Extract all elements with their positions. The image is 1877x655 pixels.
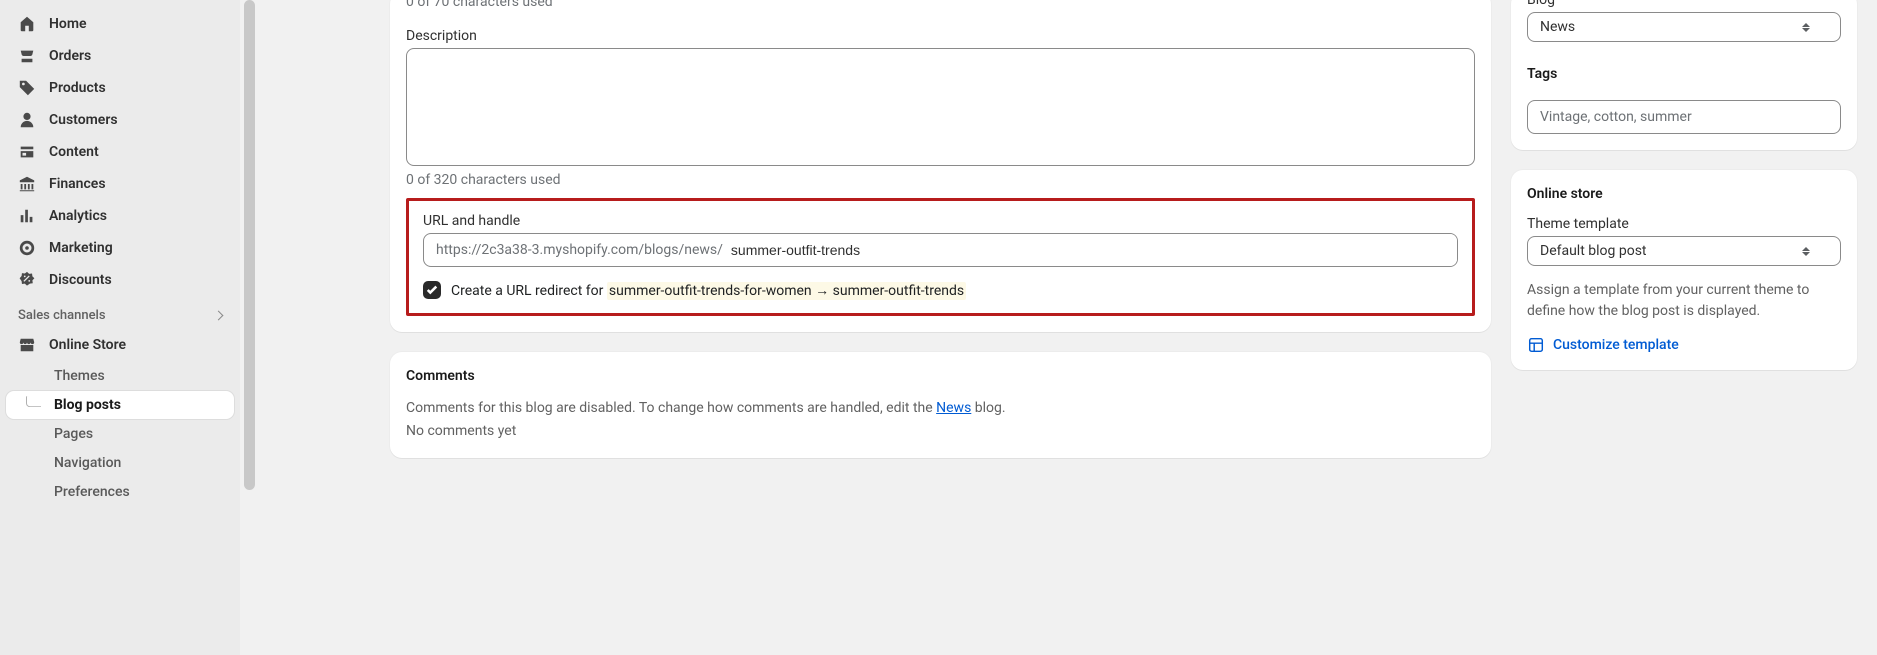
layout-icon — [1527, 336, 1545, 354]
nav-label: Products — [49, 80, 106, 96]
nav-orders[interactable]: Orders — [0, 40, 240, 72]
template-help-text: Assign a template from your current them… — [1527, 280, 1841, 322]
subnav-themes[interactable]: Themes — [6, 362, 234, 390]
redirect-from-handle: summer-outfit-trends-for-women → summer-… — [607, 282, 966, 300]
scrollbar-thumb[interactable] — [244, 0, 255, 490]
sales-channels-header: Sales channels — [0, 296, 240, 329]
bank-icon — [18, 175, 36, 193]
url-handle-field[interactable]: https://2c3a38-3.myshopify.com/blogs/new… — [423, 233, 1458, 267]
theme-template-select[interactable]: Default blog post — [1527, 236, 1841, 266]
tags-heading: Tags — [1527, 66, 1841, 82]
nav-content[interactable]: Content — [0, 136, 240, 168]
customize-template-link[interactable]: Customize template — [1527, 336, 1841, 354]
comments-heading: Comments — [406, 368, 1475, 384]
person-icon — [18, 111, 36, 129]
subnav-navigation[interactable]: Navigation — [6, 449, 234, 477]
blog-label: Blog — [1527, 0, 1841, 8]
nav-label: Online Store — [49, 337, 126, 353]
nav-online-store[interactable]: Online Store — [0, 329, 240, 361]
section-label: Sales channels — [18, 308, 106, 323]
select-caret-icon — [1802, 247, 1810, 256]
url-handle-input[interactable] — [727, 234, 1457, 266]
nav-products[interactable]: Products — [0, 72, 240, 104]
nav-discounts[interactable]: Discounts — [0, 264, 240, 296]
nav-analytics[interactable]: Analytics — [0, 200, 240, 232]
online-store-card: Online store Theme template Default blog… — [1511, 170, 1857, 370]
content-icon — [18, 143, 36, 161]
url-prefix: https://2c3a38-3.myshopify.com/blogs/new… — [424, 234, 727, 266]
nav-label: Customers — [49, 112, 118, 128]
seo-card: 0 of 70 characters used Description 0 of… — [390, 0, 1491, 332]
nav-marketing[interactable]: Marketing — [0, 232, 240, 264]
subnav-preferences[interactable]: Preferences — [6, 478, 234, 506]
blog-select[interactable]: News — [1527, 12, 1841, 42]
nav-label: Content — [49, 144, 99, 160]
blog-selected-value: News — [1540, 19, 1575, 35]
news-blog-link[interactable]: News — [936, 400, 971, 416]
nav-customers[interactable]: Customers — [0, 104, 240, 136]
description-label: Description — [406, 28, 1475, 44]
nav-home[interactable]: Home — [0, 8, 240, 40]
store-icon — [18, 336, 36, 354]
nav-finances[interactable]: Finances — [0, 168, 240, 200]
theme-template-label: Theme template — [1527, 216, 1841, 232]
title-char-counter: 0 of 70 characters used — [406, 0, 1475, 10]
orders-icon — [18, 47, 36, 65]
theme-template-value: Default blog post — [1540, 243, 1647, 259]
sidebar: Home Orders Products Customers Content F… — [0, 0, 240, 655]
subnav-pages[interactable]: Pages — [6, 420, 234, 448]
nav-label: Finances — [49, 176, 106, 192]
chevron-right-icon[interactable] — [215, 308, 222, 323]
comments-card: Comments Comments for this blog are disa… — [390, 352, 1491, 458]
analytics-icon — [18, 207, 36, 225]
customize-template-label: Customize template — [1553, 337, 1679, 353]
nav-label: Analytics — [49, 208, 107, 224]
description-textarea[interactable] — [406, 48, 1475, 166]
discount-icon — [18, 271, 36, 289]
url-redirect-highlight: URL and handle https://2c3a38-3.myshopif… — [406, 198, 1475, 316]
target-icon — [18, 239, 36, 257]
nav-label: Home — [49, 16, 87, 32]
url-handle-label: URL and handle — [423, 213, 1458, 229]
redirect-label: Create a URL redirect for summer-outfit-… — [451, 282, 966, 299]
select-caret-icon — [1802, 23, 1810, 32]
no-comments-text: No comments yet — [406, 421, 1475, 442]
subnav-blog-posts[interactable]: Blog posts — [6, 391, 234, 419]
nav-label: Marketing — [49, 240, 113, 256]
tags-input[interactable] — [1527, 100, 1841, 134]
online-store-heading: Online store — [1527, 186, 1841, 202]
tag-icon — [18, 79, 36, 97]
comments-body: Comments for this blog are disabled. To … — [406, 398, 1475, 419]
nav-label: Discounts — [49, 272, 112, 288]
redirect-checkbox[interactable] — [423, 281, 441, 299]
nav-label: Orders — [49, 48, 91, 64]
description-char-counter: 0 of 320 characters used — [406, 172, 1475, 188]
home-icon — [18, 15, 36, 33]
blog-card: Blog News Tags — [1511, 0, 1857, 150]
